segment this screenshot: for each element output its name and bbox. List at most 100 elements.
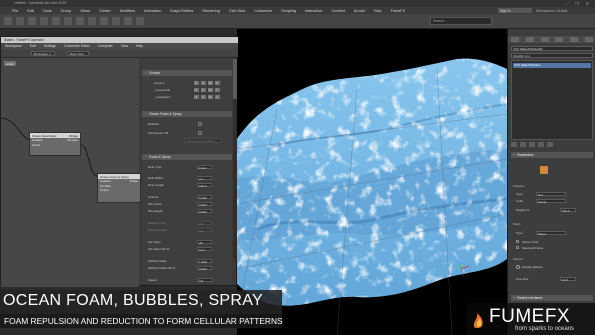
menu-interactive[interactable]: Interactive xyxy=(305,9,323,13)
enabled-checkbox[interactable]: ✓ xyxy=(198,122,202,126)
motion-tab-icon[interactable] xyxy=(555,37,564,42)
particle-scale-var-spinner[interactable]: 0.000 xyxy=(197,265,212,271)
mesh-type-dropdown[interactable]: Sheet xyxy=(536,230,566,236)
slate-menu-edit[interactable]: Edit xyxy=(30,44,36,48)
rollout-foam-spray[interactable]: Foam & Spray xyxy=(142,154,232,160)
modifier-stack-item[interactable]: FFX WaterParticles xyxy=(513,63,591,68)
undo-icon[interactable] xyxy=(4,17,12,25)
modifier-stack[interactable]: FFX WaterParticles xyxy=(511,60,593,140)
pin-stack-icon[interactable] xyxy=(511,142,517,147)
particle-color-dropdown[interactable]: Group xyxy=(536,198,566,204)
slate-menu-workspace[interactable]: Workspace xyxy=(5,44,22,48)
move-icon[interactable] xyxy=(64,17,72,25)
slate-scrollbar[interactable] xyxy=(233,59,237,259)
utilities-tab-icon[interactable] xyxy=(584,37,593,42)
menu-scripting[interactable]: Scripting xyxy=(281,9,296,13)
redo-icon[interactable] xyxy=(16,17,24,25)
configure-sets-icon[interactable] xyxy=(547,142,553,147)
min-curve-spinner[interactable]: 0.500 xyxy=(197,201,212,207)
group-toggle-f[interactable]: F xyxy=(215,80,220,85)
menu-edit[interactable]: Edit xyxy=(27,9,34,13)
group-toggle-f[interactable]: F xyxy=(215,87,220,92)
group-row[interactable]: _oceanfoam SCMF xyxy=(146,94,230,100)
menu-fumefx[interactable]: FumeFX xyxy=(391,9,406,13)
group-toggle-c[interactable]: C xyxy=(201,94,206,99)
display-splines-radio[interactable] xyxy=(516,265,520,269)
slate-menu-help[interactable]: Help xyxy=(136,44,143,48)
group-toggle-c[interactable]: C xyxy=(201,87,206,92)
group-row[interactable]: _oceanscoll SCMF xyxy=(146,87,230,93)
select-icon[interactable] xyxy=(52,17,60,25)
menu-arnold[interactable]: Arnold xyxy=(354,9,365,13)
menu-civil-view[interactable]: Civil View xyxy=(229,9,245,13)
rollout-particle-interfaces[interactable]: Particle Interfaces xyxy=(511,295,593,301)
life-span-var-spinner[interactable]: 10.0 xyxy=(197,246,212,252)
make-unique-icon[interactable] xyxy=(529,142,535,147)
group-toggle-s[interactable]: S xyxy=(194,80,199,85)
emit-width-spinner[interactable]: 0.1 xyxy=(197,175,212,181)
unlink-icon[interactable] xyxy=(40,17,48,25)
selected-frame-checkbox[interactable] xyxy=(516,246,519,249)
slate-menu-computer[interactable]: Computer xyxy=(98,44,113,48)
min-height-spinner[interactable]: 0.000 xyxy=(197,208,212,214)
particle-type-dropdown[interactable]: Dot xyxy=(536,191,566,197)
object-name-field[interactable]: FFX WaterParticles01 xyxy=(511,46,593,51)
slate-menu-view[interactable]: View xyxy=(121,44,128,48)
group-toggle-f[interactable]: F xyxy=(215,94,220,99)
scale-icon[interactable] xyxy=(88,17,96,25)
life-span-spinner[interactable]: 25 xyxy=(197,239,212,245)
slate-menu-settings[interactable]: Settings xyxy=(44,44,56,48)
menu-rendering[interactable]: Rendering xyxy=(202,9,220,13)
menu-animation[interactable]: Animation xyxy=(144,9,161,13)
menu-content[interactable]: Content xyxy=(331,9,344,13)
node-ocean-source[interactable]: Ocean Spec/Veloc Bridge Enabled Simulate … xyxy=(29,132,81,156)
menu-customize[interactable]: Customize xyxy=(254,9,272,13)
render-icon[interactable] xyxy=(136,17,144,25)
remove-modifier-icon[interactable] xyxy=(538,142,544,147)
snap-icon[interactable] xyxy=(100,17,108,25)
group-toggle-s[interactable]: S xyxy=(194,94,199,99)
show-end-result-icon[interactable] xyxy=(520,142,526,147)
node-graph-canvas[interactable]: scalar Ocean Spec/Veloc Bridge Enabled Si… xyxy=(1,58,141,287)
search-input[interactable]: Search... xyxy=(430,17,492,25)
menu-create[interactable]: Create xyxy=(99,9,110,13)
workspace-selector[interactable]: Workspaces: Default xyxy=(536,9,567,13)
display-tab-icon[interactable] xyxy=(569,37,578,42)
view-mode-dropdown[interactable]: Slate View xyxy=(67,51,89,56)
group-row[interactable]: Group 1 SCMF xyxy=(146,80,230,86)
slate-menu-customize-editor[interactable]: Customize Editor xyxy=(64,44,90,48)
rollout-groups[interactable]: Groups xyxy=(142,70,232,76)
menu-graph-editors[interactable]: Graph Editors xyxy=(170,9,193,13)
align-icon[interactable] xyxy=(124,17,132,25)
rotate-icon[interactable] xyxy=(76,17,84,25)
choose-ocean-button[interactable]: Choose Ocean Object xyxy=(184,138,222,143)
mirror-icon[interactable] xyxy=(112,17,120,25)
menu-group[interactable]: Group xyxy=(61,9,72,13)
group-toggle-s[interactable]: S xyxy=(194,87,199,92)
group-toggle-m[interactable]: M xyxy=(208,94,213,99)
modify-tab-icon[interactable] xyxy=(525,37,534,42)
emit-length-spinner[interactable]: 100.0 xyxy=(197,182,212,188)
group-toggle-m[interactable]: M xyxy=(208,80,213,85)
modifier-list-dropdown[interactable]: Modifier List xyxy=(511,53,593,58)
group-toggle-m[interactable]: M xyxy=(208,87,213,92)
radius-height-spinner[interactable]: 0.0 xyxy=(197,227,212,233)
link-icon[interactable] xyxy=(28,17,36,25)
rollout-ocean-foam-spray[interactable]: Ocean Foam & Spray xyxy=(142,111,232,117)
sign-in-button[interactable]: Sign In xyxy=(498,8,532,13)
menu-help[interactable]: Help xyxy=(374,9,382,13)
window-controls[interactable]: – ❐ ✕ xyxy=(566,1,592,6)
particle-scale-spinner[interactable]: 1.000 xyxy=(197,258,212,264)
workspace-dropdown[interactable]: Workspace 1 xyxy=(31,51,55,56)
line-size-spinner[interactable]: 10.0 xyxy=(560,276,576,282)
hierarchy-tab-icon[interactable] xyxy=(540,37,549,42)
display-percent-spinner[interactable]: 100.0 xyxy=(560,207,576,213)
emit-type-dropdown[interactable]: Foam xyxy=(197,164,212,170)
scrollbar-thumb[interactable] xyxy=(233,59,237,99)
menu-modifiers[interactable]: Modifiers xyxy=(120,9,135,13)
menu-views[interactable]: Views xyxy=(80,9,90,13)
vertex-color-checkbox[interactable] xyxy=(516,240,519,243)
create-tab-icon[interactable] xyxy=(511,37,520,42)
amount-spinner[interactable]: 0.100 xyxy=(197,194,212,200)
menu-file[interactable]: File xyxy=(12,9,18,13)
